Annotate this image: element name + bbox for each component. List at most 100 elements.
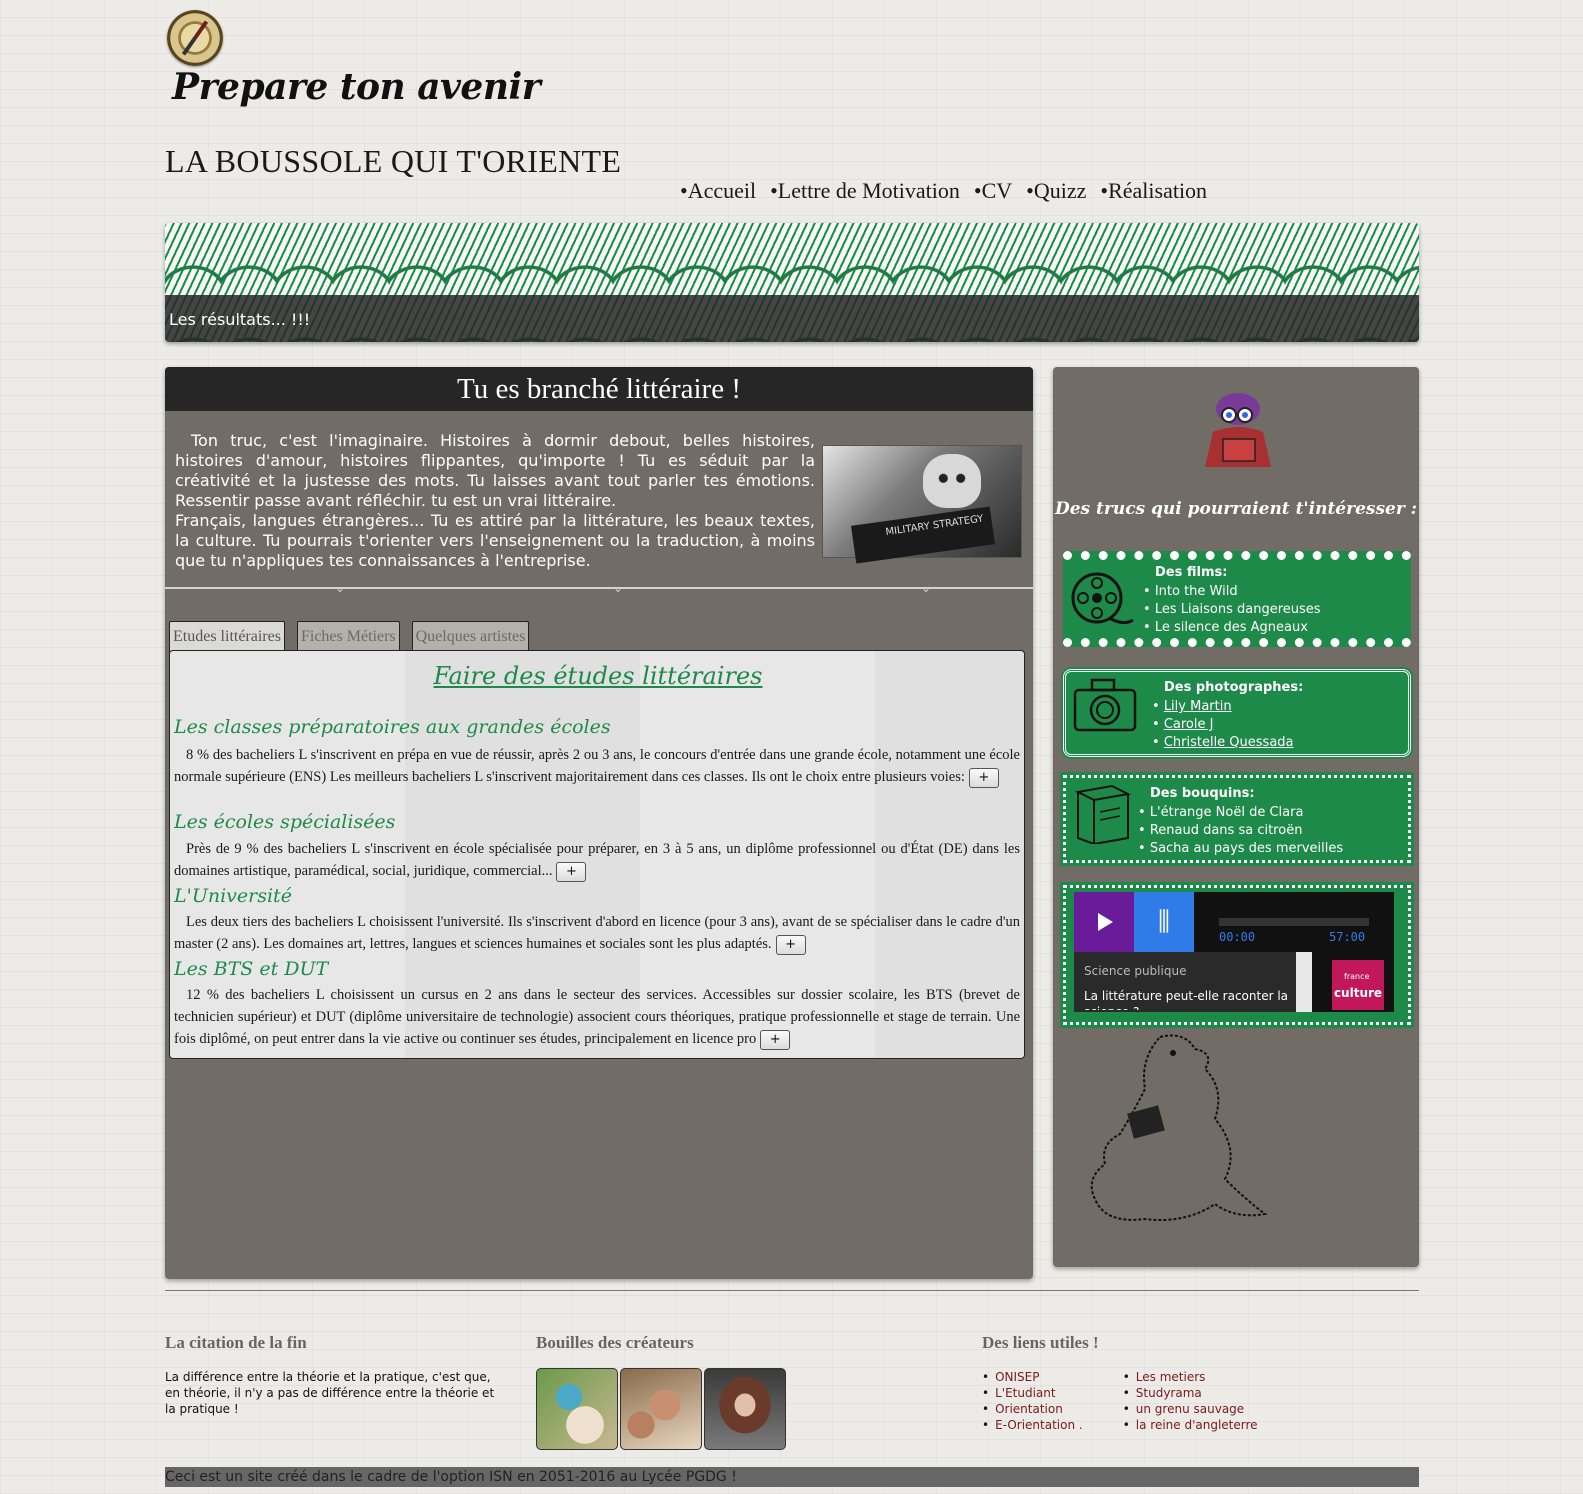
divider-ornament: ⌄ [335, 581, 346, 595]
section-heading-prepa: Les classes préparatoires aux grandes éc… [174, 716, 611, 738]
links-column-2: Les metiers Studyrama un grenu sauvage l… [1123, 1369, 1258, 1433]
show-name: Science publique [1084, 964, 1187, 978]
link-item: un grenu sauvage [1123, 1401, 1258, 1417]
divider-ornament: ⌄ [613, 581, 624, 595]
books-title: Des bouquins: [1150, 786, 1255, 801]
film-item: Le silence des Agneaux [1143, 619, 1321, 637]
nav-lettre-motivation[interactable]: •Lettre de Motivation [770, 178, 960, 204]
link-studyrama[interactable]: Studyrama [1136, 1386, 1202, 1400]
photographers-box: Des photographes: Lily Martin Carole J C… [1061, 667, 1413, 759]
cat-reading-photo: MILITARY STRATEGY [822, 445, 1022, 564]
books-box: Des bouquins: L'étrange Noël de Clara Re… [1060, 772, 1414, 866]
france-culture-logo: france culture [1332, 960, 1384, 1010]
tab-bar: Etudes littéraires Fiches Métiers Quelqu… [169, 621, 530, 652]
reading-dragon-illustration [1090, 1034, 1268, 1221]
creators-gallery [536, 1368, 786, 1450]
main-panel: Tu es branché littéraire ! Ton truc, c'e… [165, 367, 1033, 1279]
expand-button[interactable]: + [775, 934, 806, 955]
useful-links: ONISEP L'Etudiant Orientation E-Orientat… [982, 1369, 1258, 1433]
creators-heading: Bouilles des créateurs [536, 1333, 694, 1352]
films-title: Des films: [1155, 565, 1228, 580]
link-item: Studyrama [1123, 1385, 1258, 1401]
film-reel-icon [1071, 572, 1134, 625]
book-icon [1074, 784, 1132, 844]
photographers-list: Lily Martin Carole J Christelle Quessada [1152, 698, 1294, 752]
waveform-icon: ⫼ [1134, 892, 1194, 952]
section-heading-universite: L'Université [174, 885, 292, 907]
link-les-metiers[interactable]: Les metiers [1136, 1370, 1206, 1384]
tab-fiches-metiers[interactable]: Fiches Métiers [296, 621, 400, 651]
photographer-link[interactable]: Lily Martin [1164, 699, 1232, 714]
header-banner: Les résultats... !!! [165, 223, 1419, 342]
nav-quizz[interactable]: •Quizz [1026, 178, 1086, 204]
tab-quelques-artistes[interactable]: Quelques artistes [411, 621, 530, 651]
link-orientation[interactable]: Orientation [995, 1402, 1063, 1416]
creator-avatar[interactable] [536, 1368, 618, 1450]
expand-button[interactable]: + [556, 861, 587, 882]
creator-avatar[interactable] [704, 1368, 786, 1450]
section-text: 12 % des bacheliers L choisissent un cur… [174, 987, 1020, 1047]
intro-paragraph-1: Ton truc, c'est l'imaginaire. Histoires … [175, 431, 815, 510]
nav-realisation[interactable]: •Réalisation [1100, 178, 1207, 204]
site-tagline: Prepare ton avenir [172, 66, 541, 108]
play-button[interactable] [1074, 892, 1134, 952]
audio-box: ⫼ 00:00 57:00 Science publique La littér… [1060, 882, 1414, 1028]
link-e-orientation[interactable]: E-Orientation . [995, 1418, 1083, 1432]
banner-strip [165, 295, 1419, 342]
tab-etudes-litteraires[interactable]: Etudes littéraires [169, 621, 285, 652]
photographer-item: Christelle Quessada [1152, 734, 1294, 752]
quote-heading: La citation de la fin [165, 1333, 307, 1352]
intro-paragraph-2: Français, langues étrangères... Tu es at… [175, 511, 815, 570]
ornamental-divider: ⌄ ⌄ ⌄ [165, 582, 1033, 594]
link-item: E-Orientation . [982, 1417, 1083, 1433]
episode-title: La littérature peut-elle raconter la sci… [1084, 989, 1289, 1010]
photographer-item: Carole J [1152, 716, 1294, 734]
reading-professor-illustration [1205, 393, 1271, 467]
link-reine-angleterre[interactable]: la reine d'angleterre [1136, 1418, 1258, 1432]
book-item: Renaud dans sa citroën [1138, 822, 1343, 840]
footer-divider [165, 1290, 1419, 1291]
link-letudiant[interactable]: L'Etudiant [995, 1386, 1056, 1400]
films-list: Into the Wild Les Liaisons dangereuses L… [1143, 583, 1321, 637]
section-text-ecoles: Près de 9 % des bacheliers L s'inscriven… [174, 838, 1020, 882]
link-onisep[interactable]: ONISEP [995, 1370, 1039, 1384]
nav-accueil[interactable]: •Accueil [680, 178, 756, 204]
photographer-link[interactable]: Carole J [1164, 717, 1214, 732]
result-intro: Ton truc, c'est l'imaginaire. Histoires … [175, 431, 815, 571]
nav-cv[interactable]: •CV [974, 178, 1012, 204]
film-item: Les Liaisons dangereuses [1143, 601, 1321, 619]
links-heading: Des liens utiles ! [982, 1333, 1099, 1352]
logo-small-text: france [1344, 972, 1370, 981]
link-item: ONISEP [982, 1369, 1083, 1385]
film-item: Into the Wild [1143, 583, 1321, 601]
photographers-title: Des photographes: [1164, 680, 1304, 695]
photographer-link[interactable]: Christelle Quessada [1164, 735, 1294, 750]
links-column-1: ONISEP L'Etudiant Orientation E-Orientat… [982, 1369, 1083, 1433]
episode-info: Science publique La littérature peut-ell… [1074, 952, 1312, 1012]
sidebar: Des trucs qui pourraient t'intéresser : … [1053, 367, 1419, 1267]
link-grenu-sauvage[interactable]: un grenu sauvage [1136, 1402, 1244, 1416]
playlist-scrollbar[interactable] [1296, 952, 1312, 1012]
tab-panel-title: Faire des études littéraires [433, 662, 763, 690]
footer-bar: Ceci est un site créé dans le cadre de l… [165, 1467, 1419, 1487]
creator-avatar[interactable] [620, 1368, 702, 1450]
expand-button[interactable]: + [760, 1029, 791, 1050]
link-item: Orientation [982, 1401, 1083, 1417]
section-text-universite: Les deux tiers des bacheliers L choisiss… [174, 911, 1020, 955]
photographer-item: Lily Martin [1152, 698, 1294, 716]
section-text: 8 % des bacheliers L s'inscrivent en pré… [174, 747, 1020, 785]
book-cover: MILITARY STRATEGY [851, 506, 995, 564]
compass-logo [167, 10, 223, 66]
banner-text: Les résultats... !!! [169, 310, 311, 329]
section-heading-bts: Les BTS et DUT [174, 958, 329, 980]
audio-player: ⫼ 00:00 57:00 Science publique La littér… [1074, 892, 1394, 1012]
link-item: Les metiers [1123, 1369, 1258, 1385]
current-time: 00:00 [1219, 930, 1256, 944]
camera-icon [1073, 678, 1137, 732]
sidebar-heading: Des trucs qui pourraient t'intéresser : [1054, 499, 1418, 519]
progress-bar[interactable] [1219, 918, 1369, 926]
expand-button[interactable]: + [968, 767, 999, 788]
book-item: Sacha au pays des merveilles [1138, 840, 1343, 858]
book-item: L'étrange Noël de Clara [1138, 804, 1343, 822]
link-item: L'Etudiant [982, 1385, 1083, 1401]
